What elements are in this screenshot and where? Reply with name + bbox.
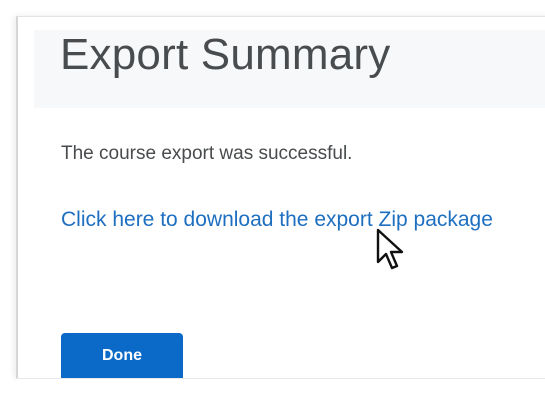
download-export-link[interactable]: Click here to download the export Zip pa… <box>61 208 545 232</box>
mouse-pointer-arrow-icon <box>376 228 404 270</box>
done-button[interactable]: Done <box>61 333 183 378</box>
page-title: Export Summary <box>60 30 391 79</box>
dialog-bottom-edge <box>16 378 545 393</box>
export-summary-page: Export Summary The course export was suc… <box>0 0 545 393</box>
success-message: The course export was successful. <box>61 143 353 164</box>
